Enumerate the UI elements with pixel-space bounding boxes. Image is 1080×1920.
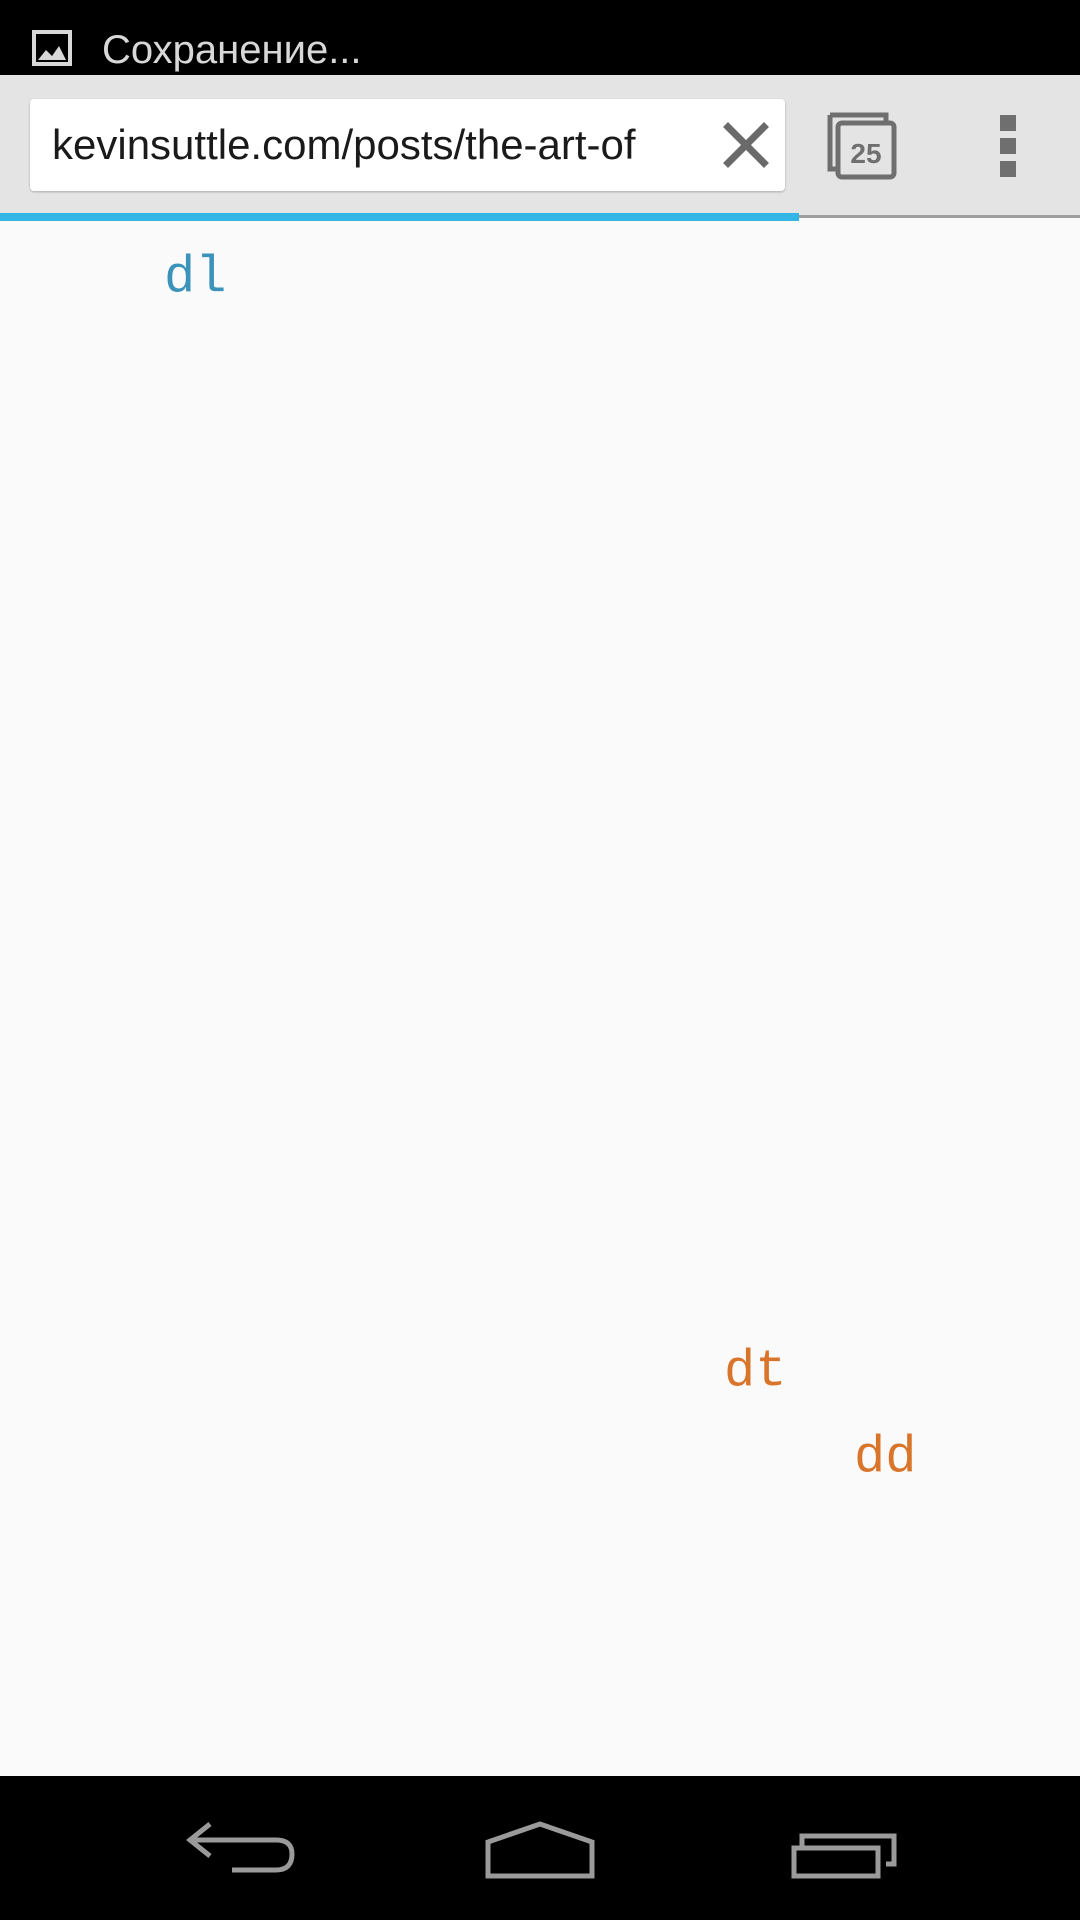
back-icon[interactable] bbox=[140, 1776, 340, 1920]
tab-count: 25 bbox=[850, 138, 881, 169]
recent-apps-icon[interactable] bbox=[742, 1776, 942, 1920]
tab-switcher-button[interactable]: 25 bbox=[826, 111, 898, 181]
home-icon[interactable] bbox=[440, 1776, 640, 1920]
page-load-progress bbox=[0, 213, 799, 221]
status-bar: Сохранение... bbox=[0, 0, 1080, 75]
browser-toolbar: kevinsuttle.com/posts/the-art-of 25 bbox=[0, 75, 1080, 215]
tag-dl: dl bbox=[164, 248, 227, 307]
status-text: Сохранение... bbox=[102, 28, 362, 72]
url-text[interactable]: kevinsuttle.com/posts/the-art-of bbox=[52, 117, 724, 173]
tag-dt: dt bbox=[724, 1342, 787, 1401]
url-bar[interactable]: kevinsuttle.com/posts/the-art-of bbox=[30, 99, 785, 191]
close-icon[interactable] bbox=[718, 117, 774, 173]
overflow-menu-icon[interactable] bbox=[990, 113, 1026, 179]
navigation-bar bbox=[0, 1776, 1080, 1920]
tag-dd: dd bbox=[854, 1428, 917, 1487]
image-icon bbox=[32, 30, 72, 66]
